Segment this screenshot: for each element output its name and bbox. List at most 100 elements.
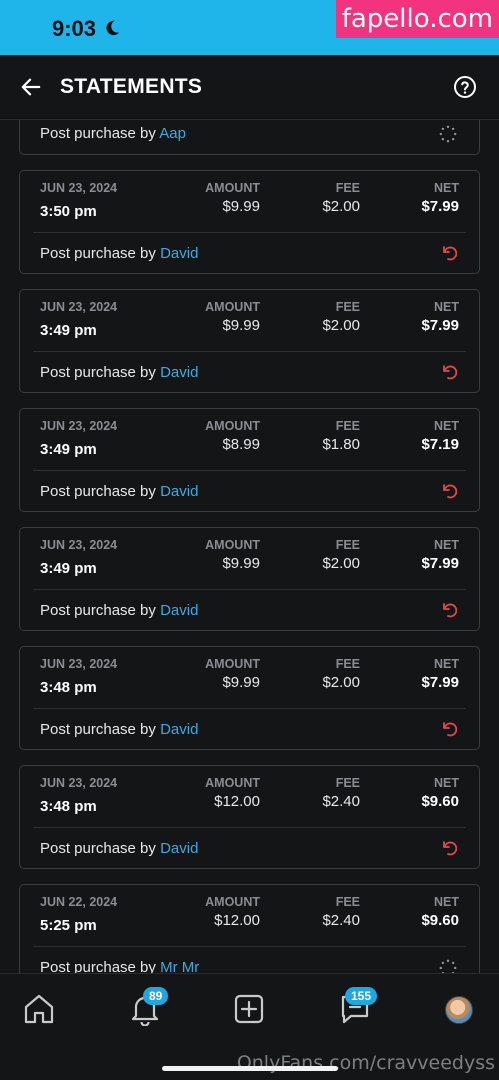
refund-icon[interactable] — [441, 840, 457, 856]
app-header: STATEMENTS — [0, 55, 499, 120]
net-value: $9.60 — [421, 793, 459, 810]
transaction-date: JUN 23, 2024 — [40, 776, 118, 790]
net-label: NET — [434, 181, 459, 195]
transaction-time: 3:48 pm — [40, 679, 97, 696]
transaction-time: 3:50 pm — [40, 203, 97, 220]
fee-value: $2.00 — [322, 674, 360, 691]
buyer-link[interactable]: David — [160, 364, 198, 381]
statement-card[interactable]: JUN 23, 2024 3:48 pm AMOUNT $12.00 FEE $2.40 N… — [19, 765, 480, 869]
add-post-icon[interactable] — [232, 992, 266, 1026]
avatar[interactable] — [445, 996, 473, 1024]
bottom-navigation: 89 155 OnlyFans.com/cravveedyss — [0, 973, 499, 1080]
net-value: $7.99 — [421, 674, 459, 691]
fee-value: $2.40 — [322, 793, 360, 810]
divider — [33, 946, 466, 947]
home-icon[interactable] — [22, 992, 56, 1026]
description-prefix: Post purchase by — [40, 602, 156, 619]
fee-label: FEE — [335, 181, 360, 195]
transaction-date: JUN 23, 2024 — [40, 419, 118, 433]
amount-label: AMOUNT — [205, 538, 260, 552]
statement-card[interactable]: JUN 23, 2024 3:49 pm AMOUNT $9.99 FEE $2.00 NE… — [19, 289, 480, 393]
transaction-description: Post purchase by Mr Mr — [40, 959, 199, 973]
amount-value: $9.99 — [222, 555, 260, 572]
amount-label: AMOUNT — [205, 657, 260, 671]
transaction-description: Post purchase by Aap — [40, 125, 186, 142]
net-label: NET — [434, 895, 459, 909]
description-prefix: Post purchase by — [40, 125, 156, 142]
amount-value: $9.99 — [222, 198, 260, 215]
refund-icon[interactable] — [441, 721, 457, 737]
transaction-time: 5:25 pm — [40, 917, 97, 934]
transaction-date: JUN 22, 2024 — [40, 895, 118, 909]
fee-value: $2.00 — [322, 198, 360, 215]
transaction-description: Post purchase by David — [40, 364, 198, 381]
amount-value: $9.99 — [222, 674, 260, 691]
page-title: STATEMENTS — [60, 75, 203, 98]
refund-icon[interactable] — [441, 602, 457, 618]
description-prefix: Post purchase by — [40, 364, 156, 381]
back-arrow-icon[interactable] — [20, 76, 42, 98]
net-label: NET — [434, 538, 459, 552]
home-indicator[interactable] — [162, 1066, 338, 1071]
statement-card[interactable]: JUN 23, 2024 3:50 pm AMOUNT $9.99 FEE $2.00 NE… — [19, 170, 480, 274]
statement-card[interactable]: Post purchase by Aap — [19, 120, 480, 155]
refund-icon[interactable] — [441, 364, 457, 380]
buyer-link[interactable]: David — [160, 840, 198, 857]
statement-card[interactable]: JUN 22, 2024 5:25 pm AMOUNT $12.00 FEE $2.40 N… — [19, 884, 480, 973]
divider — [33, 708, 466, 709]
fee-label: FEE — [335, 895, 360, 909]
transaction-date: JUN 23, 2024 — [40, 181, 118, 195]
transaction-date: JUN 23, 2024 — [40, 657, 118, 671]
status-time: 9:03 — [52, 16, 97, 41]
refund-icon[interactable] — [441, 245, 457, 261]
buyer-link[interactable]: David — [160, 602, 198, 619]
fee-label: FEE — [335, 300, 360, 314]
divider — [33, 470, 466, 471]
statements-list[interactable]: Post purchase by Aap JUN 23, 2024 3:50 pm… — [0, 120, 499, 973]
statement-card[interactable]: JUN 23, 2024 3:49 pm AMOUNT $9.99 FEE $2.00 NE… — [19, 527, 480, 631]
statement-card[interactable]: JUN 23, 2024 3:49 pm AMOUNT $8.99 FEE $1.80 NE… — [19, 408, 480, 512]
description-prefix: Post purchase by — [40, 959, 156, 973]
fee-label: FEE — [335, 657, 360, 671]
pending-icon — [439, 125, 457, 143]
amount-value: $9.99 — [222, 317, 260, 334]
transaction-description: Post purchase by David — [40, 483, 198, 500]
net-value: $9.60 — [421, 912, 459, 929]
transaction-description: Post purchase by David — [40, 721, 198, 738]
description-prefix: Post purchase by — [40, 840, 156, 857]
buyer-link[interactable]: David — [160, 721, 198, 738]
statement-card[interactable]: JUN 23, 2024 3:48 pm AMOUNT $9.99 FEE $2.00 NE… — [19, 646, 480, 750]
buyer-link[interactable]: David — [160, 483, 198, 500]
watermark: fapello.com — [335, 0, 499, 38]
net-label: NET — [434, 419, 459, 433]
net-value: $7.99 — [421, 317, 459, 334]
divider — [33, 232, 466, 233]
divider — [33, 589, 466, 590]
messages-badge: 155 — [345, 987, 378, 1005]
transaction-date: JUN 23, 2024 — [40, 300, 118, 314]
transaction-time: 3:49 pm — [40, 441, 97, 458]
refund-icon[interactable] — [441, 483, 457, 499]
transaction-date: JUN 23, 2024 — [40, 538, 118, 552]
net-value: $7.99 — [421, 198, 459, 215]
help-icon[interactable] — [453, 75, 477, 99]
net-label: NET — [434, 300, 459, 314]
transaction-description: Post purchase by David — [40, 840, 198, 857]
net-value: $7.99 — [421, 555, 459, 572]
amount-label: AMOUNT — [205, 300, 260, 314]
description-prefix: Post purchase by — [40, 245, 156, 262]
notifications-badge: 89 — [143, 987, 169, 1005]
divider — [33, 827, 466, 828]
amount-value: $12.00 — [214, 912, 260, 929]
buyer-link[interactable]: Mr Mr — [160, 959, 199, 973]
amount-label: AMOUNT — [205, 181, 260, 195]
transaction-description: Post purchase by David — [40, 245, 198, 262]
net-value: $7.19 — [421, 436, 459, 453]
net-label: NET — [434, 776, 459, 790]
buyer-link[interactable]: David — [160, 245, 198, 262]
buyer-link[interactable]: Aap — [159, 125, 186, 142]
net-label: NET — [434, 657, 459, 671]
fee-value: $1.80 — [322, 436, 360, 453]
fee-value: $2.40 — [322, 912, 360, 929]
transaction-description: Post purchase by David — [40, 602, 198, 619]
